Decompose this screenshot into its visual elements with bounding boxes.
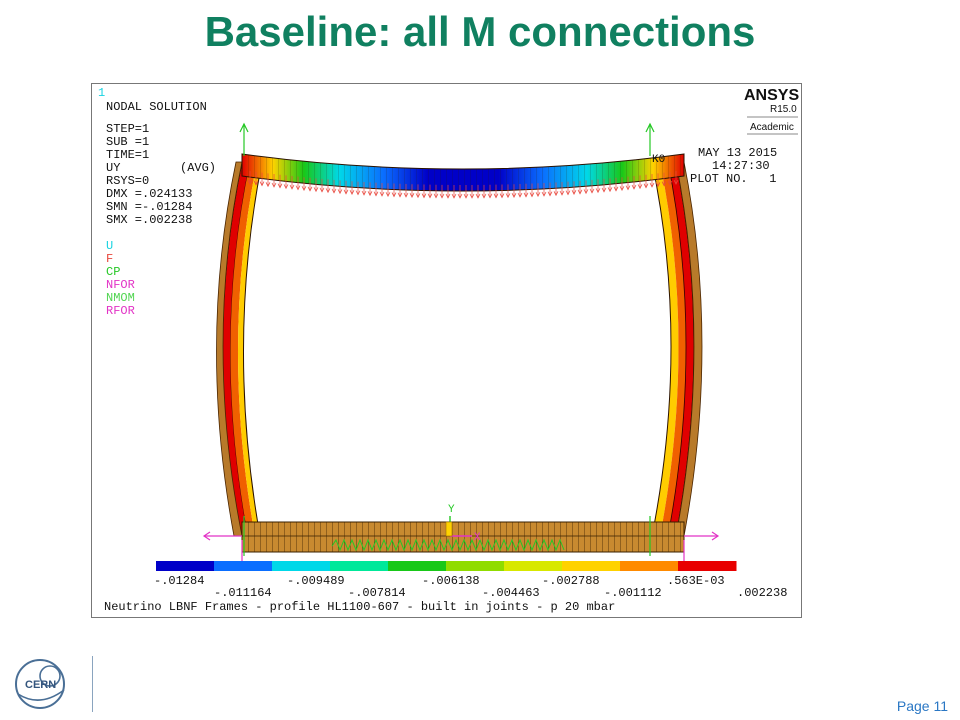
colorbar-label: -.002788 [542,574,600,588]
colorbar-label: -.011164 [214,586,272,600]
cern-logo: CERN [15,659,65,709]
colorbar-swatch [678,561,737,571]
colorbar-swatch [446,561,505,571]
cern-logo-text: CERN [25,679,56,691]
top-beam [241,153,685,192]
legend-item-f: F [106,252,113,266]
plot-number: PLOT NO. 1 [690,172,776,186]
colorbar-label: -.009489 [287,574,345,588]
bottom-beam [241,521,685,553]
plot-footer-title: Neutrino LBNF Frames - profile HL1100-60… [104,600,615,614]
window-number: 1 [98,86,105,100]
left-column [216,161,263,537]
node-label: K0 [652,154,665,166]
colorbar-swatch [504,561,563,571]
symbol-legend: U F CP NFOR NMOM RFOR [106,239,135,318]
param-line: UY [106,161,120,175]
logo-divider [92,656,93,712]
axis-x-label: X [474,532,481,544]
legend-item-rfor: RFOR [106,304,135,318]
right-column [651,161,703,537]
legend-item-cp: CP [106,265,120,279]
param-line: SMX =.002238 [106,213,192,227]
colorbar-label: -.01284 [154,574,204,588]
colorbar-label: -.007814 [348,586,406,600]
plot-time: 14:27:30 [712,159,770,173]
ansys-version: R15.0 [770,104,797,115]
plot-date: MAY 13 2015 [698,146,777,160]
param-line: SUB =1 [106,135,149,149]
colorbar-swatch [156,561,215,571]
colorbar-swatch [562,561,621,571]
solution-header: NODAL SOLUTION [106,100,207,114]
colorbar-swatch [620,561,679,571]
legend-item-nfor: NFOR [106,278,135,292]
param-line: STEP=1 [106,122,149,136]
colorbar-swatch [330,561,389,571]
colorbar-label: -.001112 [604,586,662,600]
ansys-plot-canvas: 1 NODAL SOLUTION STEP=1 SUB =1 TIME=1 UY… [98,86,799,614]
contour-colorbar [156,561,737,571]
ansys-edition: Academic [750,122,794,133]
avg-label: (AVG) [180,161,216,175]
page-number: Page 11 [896,698,948,714]
legend-item-u: U [106,239,113,253]
param-line: TIME=1 [106,148,149,162]
slide-title: Baseline: all M connections [204,8,756,55]
ansys-plot-window: 1 NODAL SOLUTION STEP=1 SUB =1 TIME=1 UY… [91,83,802,618]
colorbar-label: -.006138 [422,574,480,588]
colorbar-label: -.004463 [482,586,540,600]
colorbar-label: .002238 [737,586,787,600]
legend-item-nmom: NMOM [106,291,135,305]
param-line: RSYS=0 [106,174,149,188]
colorbar-swatch [388,561,447,571]
param-line: SMN =-.01284 [106,200,192,214]
colorbar-swatch [272,561,331,571]
colorbar-labels: -.01284 -.009489 -.006138 -.002788 .563E… [154,574,787,600]
colorbar-label: .563E-03 [667,574,725,588]
frame-model: Y X K0 [202,122,720,562]
colorbar-swatch [214,561,273,571]
ansys-logo: ANSYS [744,87,799,104]
param-line: DMX =.024133 [106,187,192,201]
axis-y-label: Y [448,504,455,516]
